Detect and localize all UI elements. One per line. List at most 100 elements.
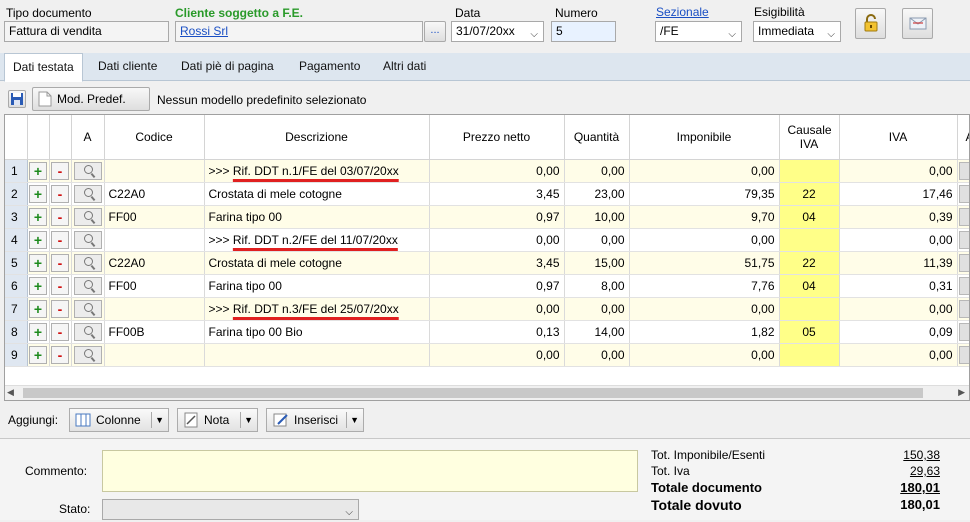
search-icon[interactable] — [73, 207, 102, 226]
tot-imponibile-value[interactable]: 150,38 — [860, 448, 940, 462]
table-row[interactable]: 8 + - FF00B Farina tipo 00 Bio 0,13 14,00 1,82 0… — [5, 320, 969, 344]
iva-cell[interactable]: 0,00 — [839, 343, 958, 367]
causale-iva-cell[interactable]: 04 — [779, 274, 840, 298]
remove-row-button[interactable]: - — [51, 230, 69, 249]
iva-cell[interactable]: 0,00 — [839, 297, 958, 321]
header-imponibile[interactable]: Imponibile — [629, 115, 780, 160]
causale-iva-cell[interactable] — [779, 343, 840, 367]
remove-row-button[interactable]: - — [51, 207, 69, 226]
table-row[interactable]: 7 + - >>> Rif. DDT n.3/FE del 25/07/20xx 0,0… — [5, 297, 969, 321]
descrizione-cell[interactable]: Crostata di mele cotogne — [204, 251, 430, 275]
remove-row-button[interactable]: - — [51, 184, 69, 203]
search-icon[interactable] — [73, 253, 102, 272]
altri-button[interactable] — [959, 230, 969, 249]
table-row[interactable]: 3 + - FF00 Farina tipo 00 0,97 10,00 9,70 04 0,39 — [5, 205, 969, 229]
numero-field[interactable]: 5 — [551, 21, 616, 42]
imponibile-cell[interactable]: 7,76 — [629, 274, 780, 298]
add-row-button[interactable]: + — [29, 299, 47, 318]
add-row-button[interactable]: + — [29, 184, 47, 203]
causale-iva-cell[interactable]: 22 — [779, 251, 840, 275]
iva-cell[interactable]: 0,00 — [839, 159, 958, 183]
altri-button[interactable] — [959, 184, 969, 203]
causale-iva-cell[interactable]: 22 — [779, 182, 840, 206]
altri-button[interactable] — [959, 207, 969, 226]
tot-iva-value[interactable]: 29,63 — [860, 464, 940, 478]
chevron-down-icon[interactable]: ▼ — [350, 409, 359, 431]
search-icon[interactable] — [73, 161, 102, 180]
altri-button[interactable] — [959, 345, 969, 364]
iva-cell[interactable]: 0,00 — [839, 228, 958, 252]
esigibilita-select[interactable]: Immediata ⌵ — [753, 21, 841, 42]
scrollbar-thumb[interactable] — [23, 388, 923, 398]
causale-iva-cell[interactable]: 04 — [779, 205, 840, 229]
tab-dati-cliente[interactable]: Dati cliente — [90, 53, 165, 81]
header-altri[interactable]: Altri — [957, 115, 969, 160]
imponibile-cell[interactable]: 0,00 — [629, 297, 780, 321]
search-icon[interactable] — [73, 322, 102, 341]
sezionale-link[interactable]: Sezionale — [656, 5, 709, 19]
iva-cell[interactable]: 11,39 — [839, 251, 958, 275]
causale-iva-cell[interactable] — [779, 228, 840, 252]
descrizione-cell[interactable]: >>> Rif. DDT n.3/FE del 25/07/20xx — [204, 297, 430, 321]
data-datepicker[interactable]: 31/07/20xx ⌵ — [451, 21, 544, 42]
codice-cell[interactable] — [104, 228, 205, 252]
iva-cell[interactable]: 17,46 — [839, 182, 958, 206]
commento-textarea[interactable] — [102, 450, 638, 492]
altri-button[interactable] — [959, 161, 969, 180]
stato-select[interactable]: ⌵ — [102, 499, 359, 520]
header-codice[interactable]: Codice — [104, 115, 205, 160]
tab-dati-testata[interactable]: Dati testata — [4, 53, 83, 82]
add-row-button[interactable]: + — [29, 161, 47, 180]
causale-iva-cell[interactable] — [779, 297, 840, 321]
table-row[interactable]: 2 + - C22A0 Crostata di mele cotogne 3,45 23,0… — [5, 182, 969, 206]
scroll-left-icon[interactable]: ◀ — [7, 387, 14, 398]
imponibile-cell[interactable]: 79,35 — [629, 182, 780, 206]
colonne-button[interactable]: Colonne ▼ — [69, 408, 169, 432]
altri-button[interactable] — [959, 322, 969, 341]
scroll-right-icon[interactable]: ▶ — [958, 387, 965, 398]
causale-iva-cell[interactable]: 05 — [779, 320, 840, 344]
remove-row-button[interactable]: - — [51, 345, 69, 364]
nota-button[interactable]: Nota ▼ — [177, 408, 258, 432]
imponibile-cell[interactable]: 1,82 — [629, 320, 780, 344]
header-iva[interactable]: IVA — [839, 115, 958, 160]
remove-row-button[interactable]: - — [51, 299, 69, 318]
email-button[interactable] — [902, 8, 933, 39]
imponibile-cell[interactable]: 0,00 — [629, 228, 780, 252]
add-row-button[interactable]: + — [29, 230, 47, 249]
codice-cell[interactable]: FF00 — [104, 205, 205, 229]
codice-cell[interactable]: FF00 — [104, 274, 205, 298]
descrizione-cell[interactable]: Farina tipo 00 — [204, 205, 430, 229]
iva-cell[interactable]: 0,09 — [839, 320, 958, 344]
table-row[interactable]: 5 + - C22A0 Crostata di mele cotogne 3,45 15,0… — [5, 251, 969, 275]
chevron-down-icon[interactable]: ▼ — [244, 409, 253, 431]
horizontal-scrollbar[interactable]: ◀ ▶ — [5, 385, 969, 400]
search-icon[interactable] — [73, 276, 102, 295]
lock-button[interactable] — [855, 8, 886, 39]
header-descrizione[interactable]: Descrizione — [204, 115, 430, 160]
iva-cell[interactable]: 0,31 — [839, 274, 958, 298]
table-row[interactable]: 4 + - >>> Rif. DDT n.2/FE del 11/07/20xx 0,0… — [5, 228, 969, 252]
quantita-cell[interactable]: 0,00 — [564, 228, 630, 252]
imponibile-cell[interactable]: 0,00 — [629, 159, 780, 183]
descrizione-cell[interactable]: Farina tipo 00 Bio — [204, 320, 430, 344]
tab-altri-dati[interactable]: Altri dati — [375, 53, 434, 81]
search-icon[interactable] — [73, 184, 102, 203]
imponibile-cell[interactable]: 0,00 — [629, 343, 780, 367]
totale-documento-value[interactable]: 180,01 — [860, 480, 940, 495]
descrizione-cell[interactable]: >>> Rif. DDT n.2/FE del 11/07/20xx — [204, 228, 430, 252]
remove-row-button[interactable]: - — [51, 322, 69, 341]
altri-button[interactable] — [959, 299, 969, 318]
search-icon[interactable] — [73, 299, 102, 318]
add-row-button[interactable]: + — [29, 253, 47, 272]
header-prezzo-netto[interactable]: Prezzo netto — [429, 115, 565, 160]
prezzo-netto-cell[interactable]: 3,45 — [429, 251, 565, 275]
iva-cell[interactable]: 0,39 — [839, 205, 958, 229]
save-button[interactable] — [8, 90, 26, 108]
codice-cell[interactable]: C22A0 — [104, 251, 205, 275]
cliente-lookup-button[interactable]: ... — [424, 21, 446, 42]
add-row-button[interactable]: + — [29, 322, 47, 341]
tab-dati-pie-di-pagina[interactable]: Dati piè di pagina — [173, 53, 282, 81]
prezzo-netto-cell[interactable]: 0,97 — [429, 274, 565, 298]
quantita-cell[interactable]: 15,00 — [564, 251, 630, 275]
